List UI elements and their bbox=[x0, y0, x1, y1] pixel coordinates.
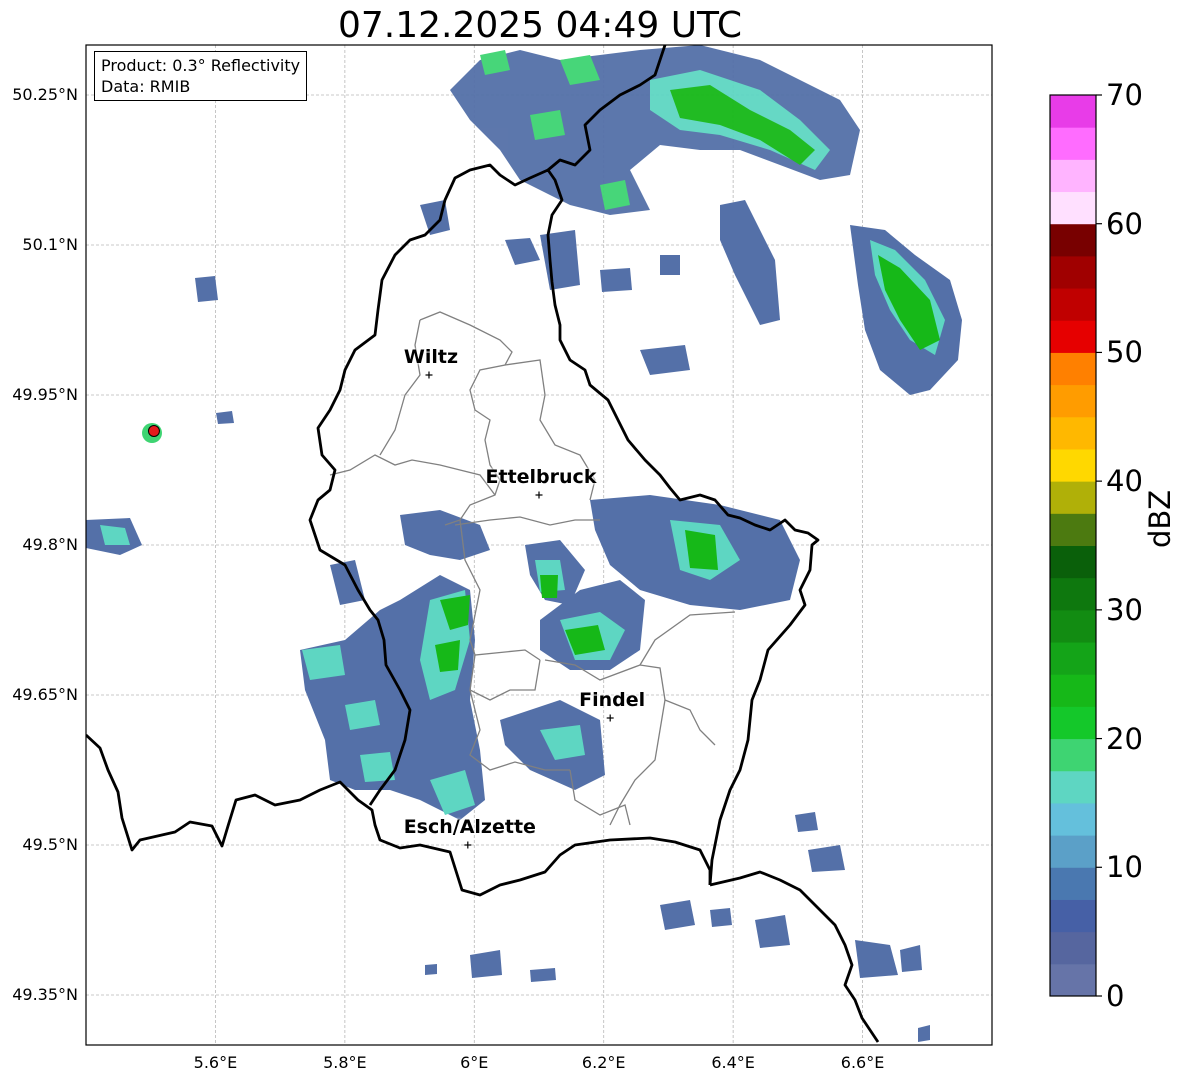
colorbar-swatch bbox=[1050, 513, 1096, 546]
colorbar-swatch bbox=[1050, 963, 1096, 997]
lon-tick-label: 6.4°E bbox=[711, 1053, 755, 1072]
product-label: Product: 0.3° Reflectivity bbox=[101, 56, 301, 75]
colorbar-swatch bbox=[1050, 288, 1096, 321]
colorbar-swatch bbox=[1050, 320, 1096, 353]
colorbar-tick-label: 70 bbox=[1106, 78, 1143, 112]
colorbar-swatch bbox=[1050, 545, 1096, 579]
colorbar-swatch bbox=[1050, 223, 1096, 257]
city-label: Esch/Alzette bbox=[403, 816, 536, 838]
lat-tick-label: 49.8°N bbox=[22, 535, 78, 554]
colorbar-swatch bbox=[1050, 867, 1096, 900]
colorbar-tick-label: 30 bbox=[1106, 592, 1143, 627]
radar-map[interactable] bbox=[0, 0, 1184, 1081]
colorbar-swatch bbox=[1050, 191, 1096, 225]
lon-tick-label: 5.8°E bbox=[323, 1053, 367, 1072]
lat-tick-label: 49.95°N bbox=[12, 385, 78, 404]
colorbar-swatch bbox=[1050, 416, 1096, 450]
data-source-label: Data: RMIB bbox=[101, 77, 191, 96]
lat-tick-label: 50.1°N bbox=[22, 235, 78, 254]
colorbar-unit-label: dBZ bbox=[1143, 489, 1177, 548]
city-label: Findel bbox=[579, 689, 646, 711]
colorbar-swatch bbox=[1050, 609, 1096, 643]
colorbar-tick-label: 50 bbox=[1106, 335, 1143, 370]
lat-tick-label: 49.35°N bbox=[12, 985, 78, 1004]
colorbar-tick-label: 40 bbox=[1106, 464, 1143, 499]
colorbar-swatch bbox=[1050, 255, 1096, 289]
colorbar-tick-label: 60 bbox=[1106, 206, 1143, 241]
colorbar-swatch bbox=[1050, 674, 1096, 707]
city-label: Wiltz bbox=[403, 346, 459, 368]
colorbar-swatch bbox=[1050, 159, 1096, 193]
colorbar-swatch bbox=[1050, 577, 1096, 611]
colorbar-swatch bbox=[1050, 352, 1096, 386]
colorbar bbox=[1050, 95, 1096, 997]
lon-tick-label: 6.2°E bbox=[581, 1053, 626, 1072]
lat-tick-label: 50.25°N bbox=[12, 85, 78, 104]
colorbar-swatch bbox=[1050, 770, 1096, 804]
colorbar-tick-label: 20 bbox=[1106, 721, 1143, 756]
colorbar-tick-label: 0 bbox=[1106, 979, 1125, 1013]
lat-tick-label: 49.65°N bbox=[12, 685, 78, 704]
colorbar-swatch bbox=[1050, 931, 1096, 965]
lon-tick-label: 6°E bbox=[460, 1053, 489, 1072]
colorbar-swatch bbox=[1050, 835, 1096, 868]
lat-tick-label: 49.5°N bbox=[22, 835, 78, 854]
info-box: Product: 0.3° Reflectivity Data: RMIB bbox=[94, 51, 308, 101]
colorbar-ticks bbox=[1096, 94, 1102, 997]
city-label: Ettelbruck bbox=[485, 466, 597, 488]
colorbar-swatch bbox=[1050, 738, 1096, 772]
colorbar-swatch bbox=[1050, 899, 1096, 933]
colorbar-swatch bbox=[1050, 802, 1096, 836]
lon-tick-label: 5.6°E bbox=[193, 1053, 238, 1072]
colorbar-swatch bbox=[1050, 448, 1096, 482]
colorbar-swatch bbox=[1050, 706, 1096, 740]
colorbar-swatch bbox=[1050, 384, 1096, 418]
radar-site-marker bbox=[147, 425, 160, 437]
colorbar-swatch bbox=[1050, 127, 1096, 160]
colorbar-swatch bbox=[1050, 481, 1096, 514]
colorbar-swatch bbox=[1050, 642, 1096, 675]
colorbar-tick-label: 10 bbox=[1106, 850, 1143, 885]
colorbar-swatch bbox=[1050, 95, 1096, 128]
lon-tick-label: 6.6°E bbox=[840, 1053, 885, 1072]
